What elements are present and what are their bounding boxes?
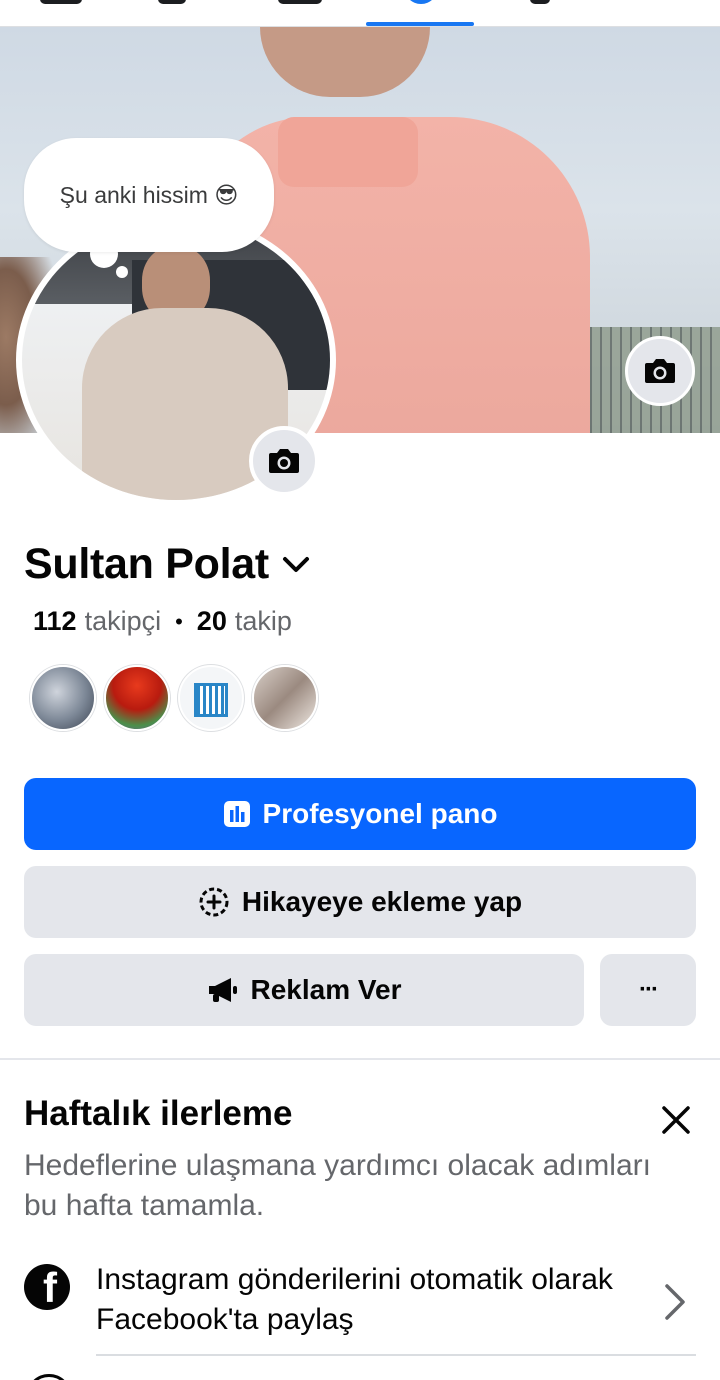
edit-profile-picture-button[interactable]	[249, 426, 319, 496]
friend-avatars	[30, 665, 318, 731]
section-divider	[0, 1058, 720, 1060]
stats-separator: •	[175, 608, 183, 634]
more-options-button[interactable]: ···	[600, 954, 696, 1026]
chevron-down-icon[interactable]	[281, 555, 311, 575]
qr-code-icon	[194, 683, 228, 717]
active-tab-indicator	[366, 22, 474, 26]
followers-count[interactable]: 112	[33, 606, 77, 637]
add-story-icon	[199, 887, 229, 917]
dashboard-icon	[223, 801, 250, 827]
friend-avatar[interactable]	[252, 665, 318, 731]
more-icon: ···	[639, 976, 659, 1003]
profile-name-row[interactable]: Sultan Polat	[24, 540, 311, 589]
advertise-button[interactable]: Reklam Ver	[24, 954, 584, 1026]
camera-icon	[645, 359, 675, 383]
profile-name: Sultan Polat	[24, 540, 269, 588]
followers-label[interactable]: takipçi	[85, 606, 162, 637]
top-tab-bar	[0, 0, 720, 27]
tab-profile-icon[interactable]	[404, 0, 438, 4]
advertise-label: Reklam Ver	[250, 974, 402, 1005]
add-to-story-button[interactable]: Hikayeye ekleme yap	[24, 866, 696, 938]
weekly-progress-description: Hedeflerine ulaşmana yardımcı olacak adı…	[24, 1149, 651, 1222]
follow-stats: 112 takipçi • 20 takip	[33, 606, 292, 637]
facebook-icon: f	[24, 1264, 70, 1310]
friend-avatar[interactable]	[104, 665, 170, 731]
tab-friends-icon[interactable]	[158, 0, 186, 4]
profile-picture-container	[16, 214, 336, 506]
task-label: Instagram gönderilerini otomatik olarak …	[96, 1263, 613, 1336]
list-divider	[96, 1354, 696, 1356]
profile-note[interactable]: Şu anki hissim 😎	[24, 138, 274, 252]
edit-cover-button[interactable]	[625, 336, 695, 406]
next-task-icon	[26, 1374, 72, 1380]
following-label[interactable]: takip	[235, 606, 292, 637]
professional-dashboard-button[interactable]: Profesyonel pano	[24, 778, 696, 850]
megaphone-icon	[208, 978, 237, 1002]
friend-avatar[interactable]	[178, 665, 244, 731]
note-bubble-tail-small	[116, 266, 128, 278]
following-count[interactable]: 20	[197, 606, 227, 637]
profile-note-text: Şu anki hissim 😎	[59, 181, 239, 208]
tab-video-icon[interactable]	[278, 0, 322, 4]
camera-icon	[269, 449, 299, 473]
professional-dashboard-label: Profesyonel pano	[262, 798, 498, 829]
tab-home-icon[interactable]	[40, 0, 82, 4]
tab-notifications-icon[interactable]	[530, 0, 550, 4]
list-item[interactable]: f Instagram gönderilerini otomatik olara…	[24, 1260, 696, 1356]
weekly-progress-title: Haftalık ilerleme	[24, 1094, 293, 1133]
add-to-story-label: Hikayeye ekleme yap	[241, 886, 523, 917]
chevron-right-icon	[660, 1280, 690, 1324]
close-icon[interactable]	[654, 1098, 698, 1142]
friend-avatar[interactable]	[30, 665, 96, 731]
